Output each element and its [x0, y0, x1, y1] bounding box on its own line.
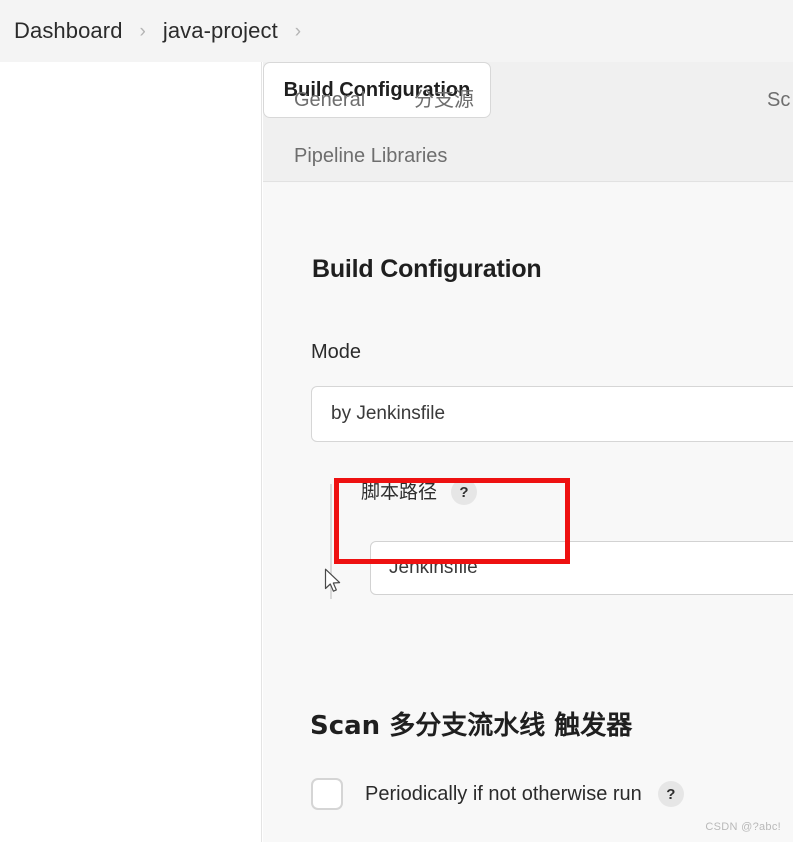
- watermark: CSDN @?abc!: [705, 821, 781, 833]
- script-path-input-value: Jenkinsfile: [389, 557, 478, 578]
- sidebar-panel: [0, 62, 262, 842]
- tab-branch-sources[interactable]: 分支源: [414, 89, 474, 109]
- page-title: Build Configuration: [312, 255, 542, 283]
- script-path-label: 脚本路径: [361, 480, 438, 503]
- help-icon[interactable]: ?: [451, 479, 478, 505]
- chevron-right-icon: ›: [294, 20, 302, 42]
- tab-general[interactable]: General: [294, 90, 365, 110]
- app-screen: Dashboard › java-project › General 分支源 B…: [0, 0, 793, 842]
- main-region: General 分支源 Build Configuration Sc Pipel…: [263, 62, 793, 842]
- build-configuration-panel: Build Configuration Mode by Jenkinsfile …: [263, 183, 793, 842]
- script-path-label-row: 脚本路径 ?: [361, 479, 478, 505]
- mode-select[interactable]: by Jenkinsfile: [311, 386, 793, 442]
- nested-section-rule: [330, 484, 332, 599]
- breadcrumb-item-dashboard[interactable]: Dashboard: [14, 18, 123, 44]
- periodic-scan-row: Periodically if not otherwise run ?: [311, 778, 684, 810]
- help-icon[interactable]: ?: [657, 781, 684, 807]
- script-path-group: 脚本路径 ? Jenkinsfile: [330, 479, 793, 599]
- mode-select-value: by Jenkinsfile: [331, 403, 446, 424]
- tab-pipeline-libraries[interactable]: Pipeline Libraries: [294, 146, 447, 166]
- tab-bar: General 分支源 Build Configuration Sc Pipel…: [263, 62, 793, 182]
- periodic-scan-label[interactable]: Periodically if not otherwise run: [365, 783, 642, 806]
- mode-label: Mode: [311, 341, 362, 363]
- breadcrumb-bar: Dashboard › java-project ›: [0, 0, 793, 62]
- tab-scan[interactable]: Sc: [767, 90, 790, 110]
- chevron-right-icon: ›: [139, 20, 146, 42]
- breadcrumb-item-java-project[interactable]: java-project: [163, 18, 278, 44]
- script-path-input[interactable]: Jenkinsfile: [370, 541, 793, 595]
- periodic-scan-checkbox[interactable]: [311, 778, 343, 810]
- scan-triggers-heading: Scan 多分支流水线 触发器: [310, 711, 633, 741]
